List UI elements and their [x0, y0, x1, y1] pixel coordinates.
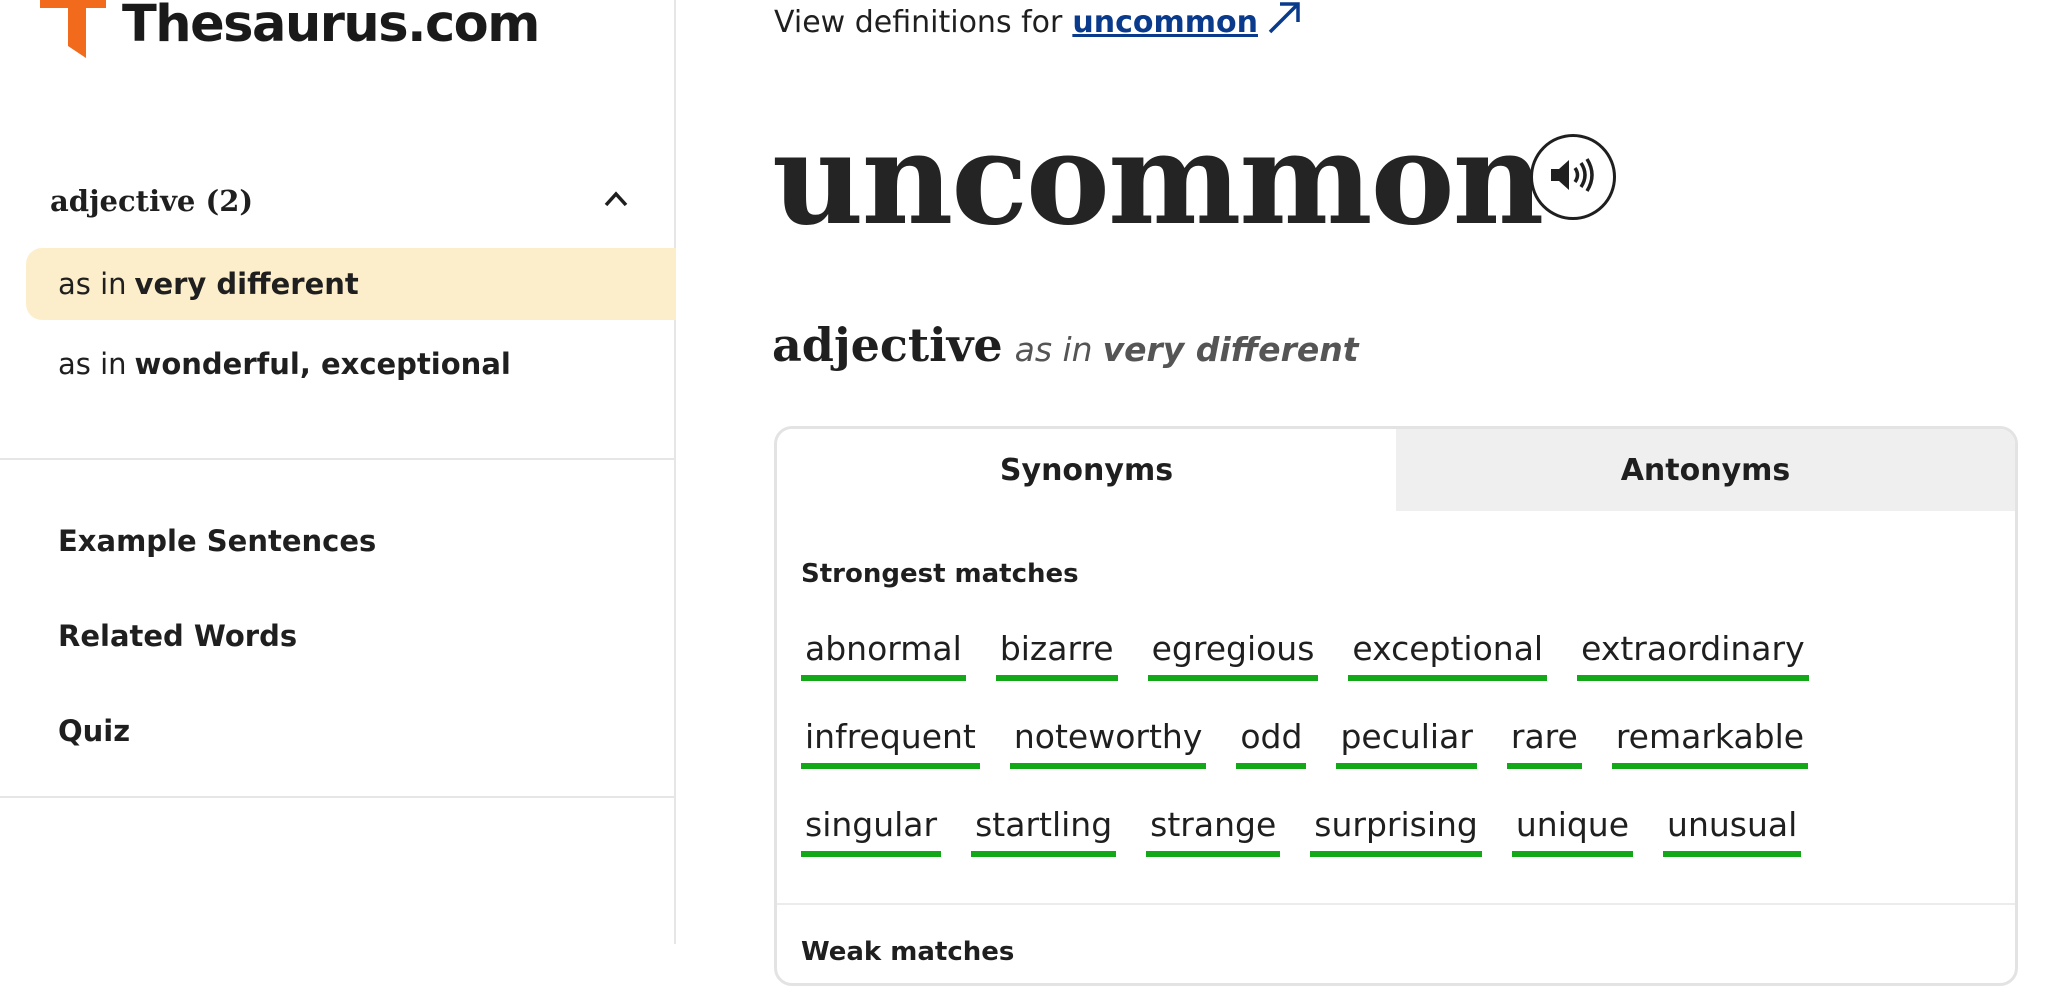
synonym-link[interactable]: unusual [1663, 803, 1802, 857]
sense-label: very different [134, 267, 359, 301]
sidebar-divider [0, 796, 674, 798]
thesaurus-t-logo-icon [40, 0, 106, 62]
weak-matches-title: Weak matches [801, 937, 1015, 967]
tab-bar: Synonyms Antonyms [777, 429, 2015, 511]
view-definitions-link[interactable]: uncommon [1072, 5, 1258, 40]
sidebar-link-example-sentences[interactable]: Example Sentences [58, 524, 376, 558]
view-definitions: View definitions for uncommon [774, 0, 1304, 44]
synonym-link[interactable]: peculiar [1336, 715, 1477, 769]
synonyms-card: Synonyms Antonyms Strongest matches abno… [774, 426, 2018, 986]
sidebar: Thesaurus.com adjective (2) as in very d… [0, 0, 676, 944]
brand-name: Thesaurus.com [122, 0, 540, 54]
synonym-link[interactable]: infrequent [801, 715, 980, 769]
synonym-link[interactable]: remarkable [1611, 715, 1809, 769]
sense-asin: as in [1014, 330, 1093, 369]
headword: uncommon [772, 105, 1544, 253]
strongest-matches-title: Strongest matches [801, 559, 1079, 589]
synonym-row: infrequent noteworthy odd peculiar rare … [801, 715, 1838, 769]
synonym-link[interactable]: surprising [1310, 803, 1482, 857]
synonym-link[interactable]: abnormal [801, 627, 966, 681]
synonym-link[interactable]: bizarre [995, 627, 1118, 681]
brand-logo[interactable]: Thesaurus.com [40, 0, 540, 62]
pos-accordion-header[interactable]: adjective (2) [50, 184, 630, 218]
synonym-link[interactable]: extraordinary [1577, 627, 1809, 681]
chevron-up-icon[interactable] [602, 189, 630, 213]
synonym-link[interactable]: unique [1511, 803, 1634, 857]
synonym-link[interactable]: startling [971, 803, 1117, 857]
view-definitions-prefix: View definitions for [774, 4, 1063, 40]
sense-label: wonderful, exceptional [134, 347, 511, 381]
synonym-link[interactable]: rare [1506, 715, 1582, 769]
sidebar-link-related-words[interactable]: Related Words [58, 619, 297, 653]
external-arrow-icon[interactable] [1258, 0, 1304, 44]
card-divider [777, 903, 2015, 905]
sense-heading: adjective as in very different [772, 318, 1359, 372]
synonym-link[interactable]: strange [1146, 803, 1281, 857]
sense-prefix: as in [58, 267, 127, 301]
speaker-icon [1547, 155, 1599, 199]
synonym-link[interactable]: singular [801, 803, 942, 857]
synonym-row: singular startling strange surprising un… [801, 803, 1831, 857]
synonym-link[interactable]: odd [1236, 715, 1307, 769]
tab-synonyms[interactable]: Synonyms [777, 429, 1396, 511]
sense-pos: adjective [772, 318, 1003, 372]
sidebar-divider [0, 458, 674, 460]
sense-prefix: as in [58, 347, 127, 381]
sense-definition: very different [1102, 330, 1359, 369]
pos-title: adjective (2) [50, 184, 254, 218]
synonym-link[interactable]: exceptional [1348, 627, 1548, 681]
synonym-link[interactable]: noteworthy [1009, 715, 1207, 769]
sidebar-sense-very-different[interactable]: as in very different [26, 248, 676, 320]
tab-antonyms[interactable]: Antonyms [1396, 429, 2015, 511]
sidebar-sense-wonderful-exceptional[interactable]: as in wonderful, exceptional [26, 328, 676, 400]
sidebar-link-quiz[interactable]: Quiz [58, 714, 130, 748]
pronunciation-audio-button[interactable] [1530, 134, 1616, 220]
synonym-row: abnormal bizarre egregious exceptional e… [801, 627, 1839, 681]
synonym-link[interactable]: egregious [1147, 627, 1319, 681]
